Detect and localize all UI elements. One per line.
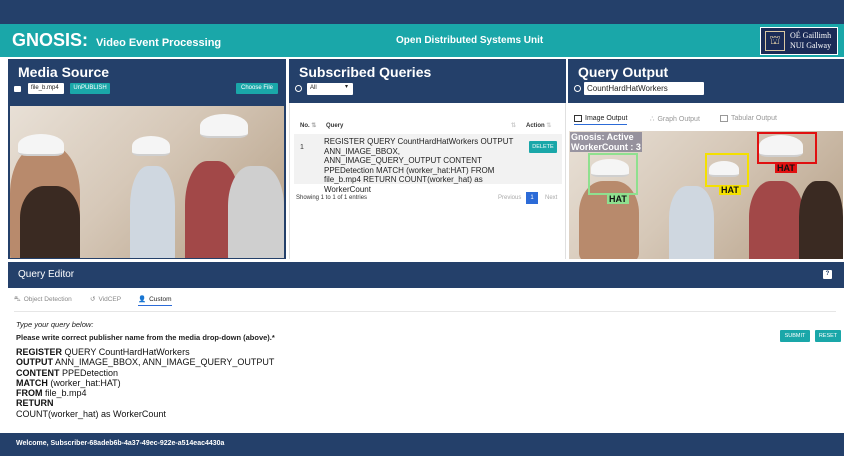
tab-image-output[interactable]: Image Output — [574, 115, 628, 125]
detection-label: HAT — [719, 185, 741, 195]
subscribed-queries-title: Subscribed Queries — [299, 64, 432, 80]
chevron-down-icon: ▾ — [344, 84, 348, 90]
tab-tabular-output[interactable]: Tabular Output — [720, 115, 777, 122]
detection-box-green — [588, 153, 638, 195]
welcome-text: Welcome, Subscriber-68adeb6b-4a37-49ec-9… — [16, 440, 225, 447]
column-header-no[interactable]: No. ⇅ — [300, 119, 316, 133]
submit-button[interactable]: SUBMIT — [780, 330, 810, 342]
media-file-select[interactable]: file_b.mp4 — [28, 83, 64, 94]
entries-info: Showing 1 to 1 of 1 entries — [296, 195, 368, 201]
subscribed-queries-panel: Subscribed Queries All ▾ — [289, 59, 566, 103]
help-icon[interactable]: ? — [823, 270, 832, 279]
overlay-status: Gnosis: Active WorkerCount : 3 — [570, 132, 642, 152]
media-source-title: Media Source — [18, 64, 110, 80]
divider — [14, 311, 836, 312]
annotated-output-image: Gnosis: Active WorkerCount : 3 HAT HAT H… — [569, 131, 843, 259]
overlay-status-line: Gnosis: Active — [571, 132, 634, 142]
detection-box-red — [757, 132, 817, 164]
column-header-query[interactable]: Query ⇅ — [326, 119, 516, 133]
car-icon: ⛍ — [14, 296, 21, 303]
delete-query-button[interactable]: DELETE — [529, 141, 557, 153]
query-hint: Type your query below: — [16, 320, 94, 329]
footer-bar: Welcome, Subscriber-68adeb6b-4a37-49ec-9… — [0, 433, 844, 456]
sort-icon: ⇅ — [546, 123, 552, 129]
globe-icon — [574, 85, 581, 92]
graph-icon: ∴ — [650, 116, 655, 123]
university-logo: ⛫ OÉ Gaillimh NUI Galway — [760, 27, 838, 55]
reset-button[interactable]: RESET — [815, 330, 841, 342]
page-1-button[interactable]: 1 — [526, 192, 538, 204]
brand-title: GNOSIS: Video Event Processing — [12, 30, 221, 51]
globe-icon — [295, 85, 302, 92]
query-text: REGISTER QUERY CountHardHatWorkers OUTPU… — [324, 137, 514, 194]
history-icon: ↺ — [90, 296, 96, 303]
sort-icon: ⇅ — [510, 123, 516, 129]
query-output-panel: Query Output CountHardHatWorkers — [568, 59, 844, 103]
app-header: GNOSIS: Video Event Processing Open Dist… — [0, 24, 844, 57]
query-output-title: Query Output — [578, 64, 669, 80]
publisher-filter-select[interactable]: All ▾ — [307, 83, 353, 95]
tab-vidcep[interactable]: ↺ VidCEP — [90, 295, 121, 304]
tab-custom[interactable]: 👤 Custom — [138, 295, 172, 306]
camera-icon — [14, 86, 21, 92]
table-icon — [720, 115, 728, 122]
unit-title: Open Distributed Systems Unit — [396, 35, 544, 46]
column-header-action[interactable]: Action ⇅ — [526, 119, 551, 133]
queries-table: No. ⇅ Query ⇅ Action ⇅ 1 REGISTER QUERY … — [294, 119, 562, 204]
output-query-select[interactable]: CountHardHatWorkers — [584, 82, 704, 95]
brand-name: GNOSIS: — [12, 30, 89, 50]
tab-object-detection[interactable]: ⛍ Object Detection — [14, 295, 72, 304]
image-icon — [574, 115, 582, 122]
publisher-warning: Please write correct publisher name from… — [16, 333, 275, 342]
crest-icon: ⛫ — [765, 31, 785, 51]
detection-label: HAT — [775, 163, 797, 173]
sort-icon: ⇅ — [311, 123, 317, 129]
query-textarea[interactable]: REGISTER QUERY CountHardHatWorkers OUTPU… — [16, 347, 274, 419]
top-strip — [0, 0, 844, 24]
query-editor-title: Query Editor — [18, 269, 75, 280]
overlay-count-line: WorkerCount : 3 — [571, 142, 641, 152]
detection-box-yellow — [705, 153, 749, 187]
media-preview-image — [10, 106, 284, 258]
table-row: 1 REGISTER QUERY CountHardHatWorkers OUT… — [294, 134, 562, 194]
logo-line-2: NUI Galway — [790, 41, 832, 50]
previous-page-button[interactable]: Previous — [498, 195, 521, 201]
brand-subtitle: Video Event Processing — [96, 37, 222, 49]
next-page-button[interactable]: Next — [545, 195, 557, 201]
tab-graph-output[interactable]: ∴ Graph Output — [650, 115, 700, 124]
person-icon: 👤 — [138, 296, 147, 303]
filter-value: All — [310, 85, 317, 91]
detection-label: HAT — [607, 194, 629, 204]
unpublish-button[interactable]: UnPUBLISH — [70, 83, 110, 94]
choose-file-button[interactable]: Choose File — [236, 83, 278, 94]
logo-line-1: OÉ Gaillimh — [790, 31, 832, 40]
row-number: 1 — [300, 144, 304, 151]
query-editor-bar: Query Editor ? — [8, 262, 844, 288]
